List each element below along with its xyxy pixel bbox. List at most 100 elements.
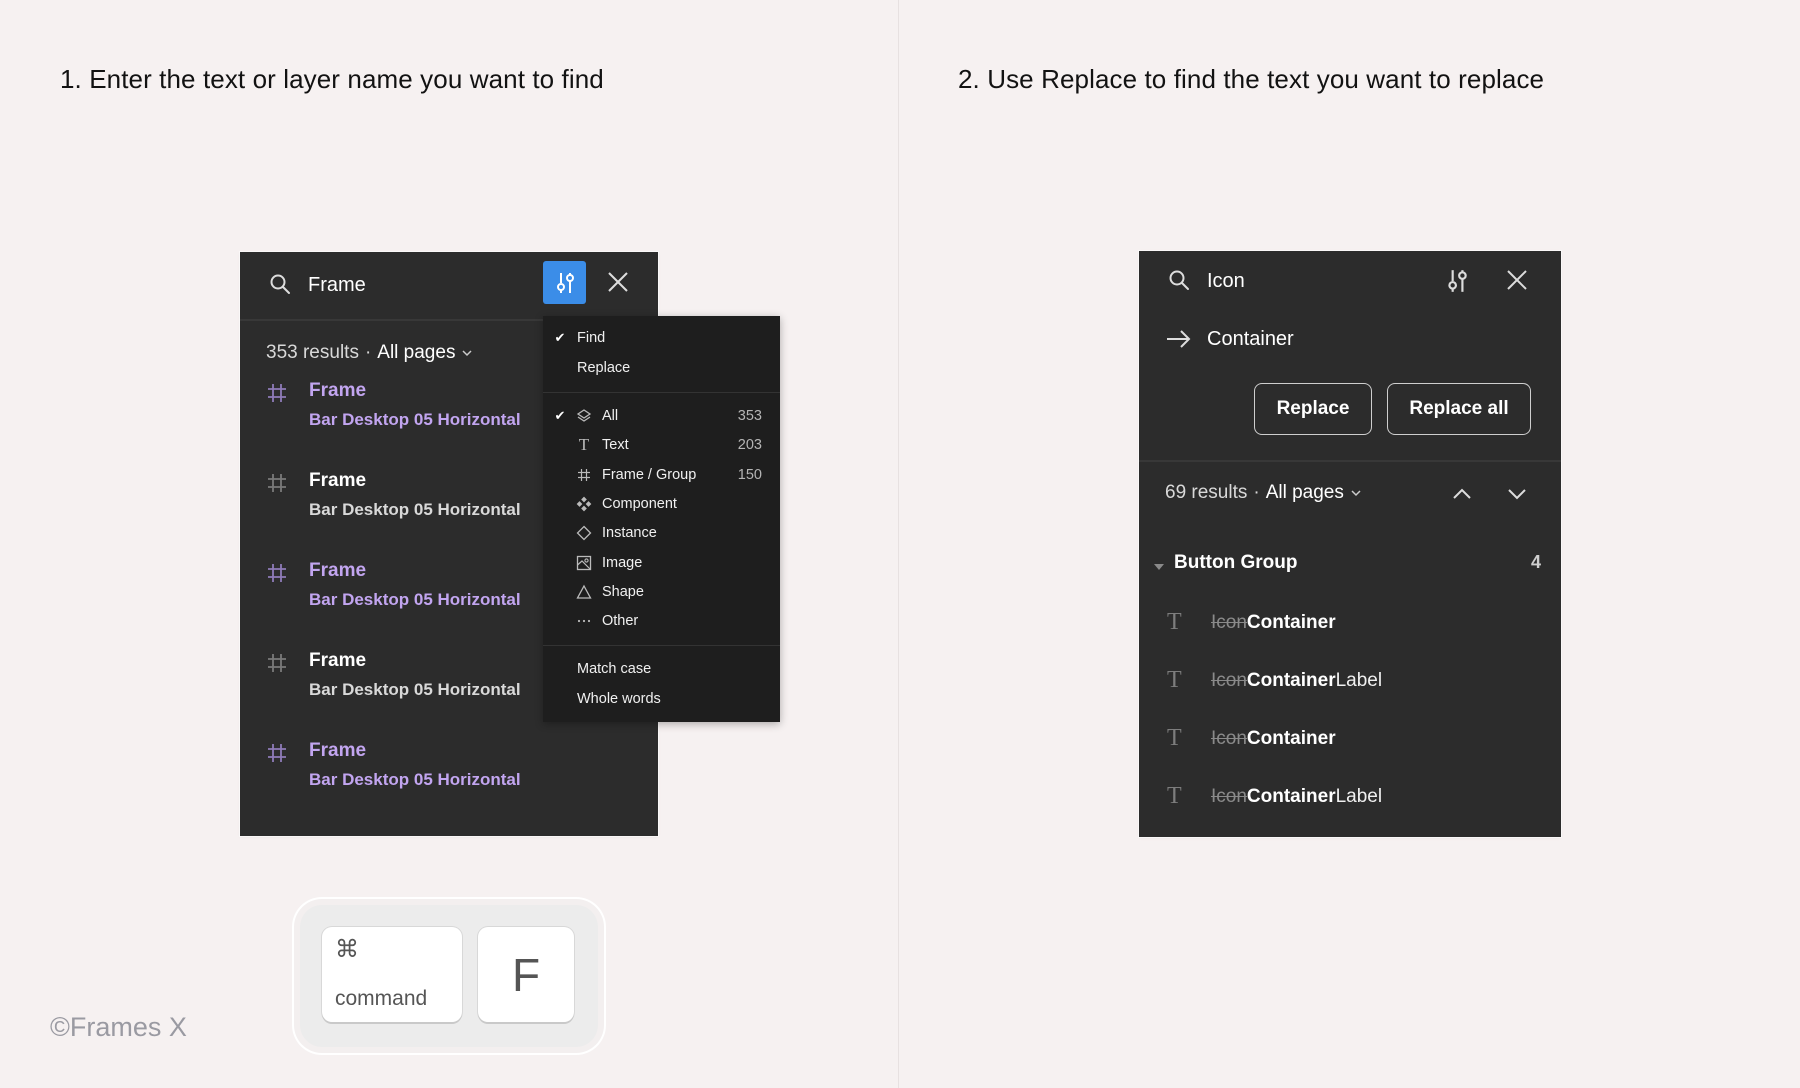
frame-hash-icon — [266, 562, 288, 589]
matched-text: Icon — [1211, 786, 1247, 807]
replace-search-input[interactable]: Icon — [1207, 268, 1245, 294]
close-button[interactable] — [1505, 268, 1529, 297]
f-key: F — [478, 927, 574, 1022]
dot-separator: · — [364, 342, 372, 363]
section-divider — [898, 0, 899, 1088]
checkmark-icon: ✔ — [554, 330, 566, 345]
filter-button[interactable] — [1444, 266, 1470, 301]
menu-item-mode-replace[interactable]: Replace — [543, 355, 780, 381]
filter-menu: ✔ Find Replace ✔ All 353 T Text 203 Frame / Grou… — [543, 316, 780, 722]
menu-item-type-other[interactable]: Other — [543, 608, 780, 634]
chevron-down-icon[interactable] — [461, 347, 473, 359]
menu-item-label: Other — [602, 613, 639, 630]
matched-text: Icon — [1211, 728, 1247, 749]
replacement-text: Container — [1246, 670, 1336, 691]
search-icon — [1167, 268, 1191, 297]
component-icon — [575, 495, 593, 513]
frame-hash-icon — [266, 382, 288, 409]
result-subtitle: Bar Desktop 05 Horizontal — [309, 410, 521, 429]
result-subtitle: Bar Desktop 05 Horizontal — [309, 500, 521, 519]
replace-result-text: IconContainer — [1211, 728, 1336, 750]
menu-item-count: 203 — [737, 437, 762, 454]
frame-hash-icon — [266, 472, 288, 499]
replace-result-row[interactable]: T IconContainer — [1139, 609, 1561, 649]
search-icon — [268, 272, 294, 298]
checkmark-icon: ✔ — [554, 408, 566, 423]
menu-item-type-instance[interactable]: Instance — [543, 520, 780, 546]
result-row[interactable]: Frame Bar Desktop 05 Horizontal — [240, 560, 540, 630]
header-separator — [1139, 460, 1561, 462]
replace-all-button[interactable]: Replace all — [1387, 383, 1531, 435]
menu-item-label: Component — [602, 495, 677, 512]
menu-item-type-component[interactable]: Component — [543, 491, 780, 517]
result-subtitle: Bar Desktop 05 Horizontal — [309, 770, 521, 789]
instance-diamond-icon — [575, 524, 593, 542]
sliders-icon — [556, 272, 574, 293]
filter-button[interactable] — [543, 261, 586, 304]
result-row[interactable]: Frame Bar Desktop 05 Horizontal — [240, 470, 540, 540]
group-count: 4 — [1530, 552, 1541, 572]
menu-item-label: Frame / Group — [602, 466, 697, 483]
next-result-button[interactable] — [1506, 483, 1528, 510]
sliders-icon — [1448, 270, 1467, 292]
result-title: Frame — [309, 650, 367, 671]
find-search-input[interactable]: Frame — [308, 272, 366, 298]
menu-item-label: Find — [577, 330, 606, 346]
replace-result-row[interactable]: T IconContainer — [1139, 725, 1561, 765]
replace-result-row[interactable]: T IconContainerLabel — [1139, 667, 1561, 707]
text-icon: T — [1167, 783, 1182, 809]
remaining-text: Label — [1335, 786, 1383, 807]
menu-item-count: 150 — [737, 466, 762, 483]
replace-result-text: IconContainer — [1211, 612, 1336, 634]
matched-text: Icon — [1211, 670, 1247, 691]
result-row[interactable]: Frame Bar Desktop 05 Horizontal — [240, 740, 540, 810]
result-subtitle: Bar Desktop 05 Horizontal — [309, 590, 521, 609]
replacement-text: Container — [1246, 728, 1336, 749]
menu-item-mode-find[interactable]: ✔ Find — [543, 325, 780, 351]
arrow-right-icon — [1165, 327, 1193, 356]
menu-item-type-shape[interactable]: Shape — [543, 579, 780, 605]
layers-icon — [575, 407, 593, 425]
text-icon: T — [1167, 667, 1182, 693]
replacement-text: Container — [1246, 612, 1336, 633]
result-row[interactable]: Frame Bar Desktop 05 Horizontal — [240, 650, 540, 720]
menu-item-option-match-case[interactable]: Match case — [543, 656, 780, 682]
text-icon: T — [1167, 725, 1182, 751]
close-icon — [608, 272, 628, 292]
replace-with-input[interactable]: Container — [1207, 326, 1294, 352]
replace-result-row[interactable]: T IconContainerLabel — [1139, 783, 1561, 823]
previous-result-button[interactable] — [1451, 483, 1473, 510]
menu-item-type-text[interactable]: T Text 203 — [543, 432, 780, 458]
menu-item-label: Shape — [602, 583, 644, 600]
menu-item-option-whole-words[interactable]: Whole words — [543, 686, 780, 712]
result-row[interactable]: Frame Bar Desktop 05 Horizontal — [240, 380, 540, 450]
menu-item-label: Text — [602, 437, 629, 454]
result-subtitle: Bar Desktop 05 Horizontal — [309, 680, 521, 699]
menu-separator — [543, 392, 780, 393]
menu-item-label: Whole words — [577, 691, 661, 707]
text-icon: T — [1167, 609, 1182, 635]
group-collapse-toggle[interactable] — [1153, 559, 1165, 577]
step-1-heading: 1. Enter the text or layer name you want… — [60, 64, 604, 94]
chevron-down-icon — [1508, 489, 1526, 500]
menu-item-type-image[interactable]: Image — [543, 550, 780, 576]
close-button[interactable] — [606, 270, 632, 296]
replace-button[interactable]: Replace — [1254, 383, 1372, 435]
menu-item-type-frame-group[interactable]: Frame / Group 150 — [543, 462, 780, 488]
result-title: Frame — [309, 740, 367, 761]
close-icon — [1507, 270, 1527, 290]
menu-item-type-all[interactable]: ✔ All 353 — [543, 403, 780, 429]
command-key: ⌘ command — [322, 927, 462, 1022]
menu-item-label: All — [602, 408, 619, 424]
results-summary: 353 results · All pages — [266, 342, 473, 364]
menu-separator — [543, 645, 780, 646]
shape-triangle-icon — [575, 583, 593, 601]
scope-dropdown[interactable]: All pages — [377, 342, 455, 364]
group-name: Button Group — [1174, 552, 1298, 573]
replace-result-text: IconContainerLabel — [1211, 670, 1382, 692]
chevron-down-icon[interactable] — [1350, 487, 1362, 499]
keyboard-shortcut: ⌘ command F — [300, 905, 598, 1047]
result-title: Frame — [309, 380, 367, 401]
more-dots-icon — [575, 612, 593, 630]
scope-dropdown[interactable]: All pages — [1266, 482, 1344, 504]
